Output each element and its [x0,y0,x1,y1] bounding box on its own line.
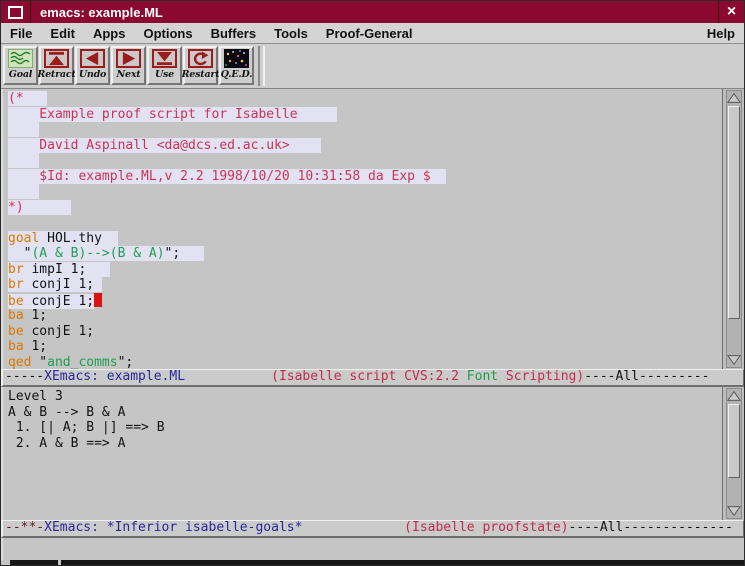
toolbar-button-label: Use [155,69,174,80]
mode-line-script[interactable]: -----XEmacs: example.ML (Isabelle script… [1,369,744,387]
menu-item-proof-general[interactable]: Proof-General [317,26,422,41]
toolbar-button-undo[interactable]: Undo [75,46,110,85]
code-line: ba 1; [8,339,722,355]
code-line: be conjE 1; [8,324,722,340]
toolbar-button-retract[interactable]: Retract [39,46,74,85]
close-icon: × [727,3,736,21]
code-line [8,184,722,200]
bottom-border [1,560,744,566]
code-line: qed "and_comms"; [8,355,722,370]
menu-item-tools[interactable]: Tools [265,26,317,41]
code-line [8,153,722,169]
code-line: $Id: example.ML,v 2.2 1998/10/20 10:31:5… [8,169,722,185]
next-icon [116,49,141,68]
code-line: be conjE 1; [8,293,722,309]
script-window: (* Example proof script for Isabelle Dav… [1,89,744,369]
toolbar-button-restart[interactable]: Restart [183,46,218,85]
toolbar: Goal Retract Undo Next Use RestartQ.E.D. [1,44,744,89]
code-line [8,122,722,138]
xemacs-window: emacs: example.ML × FileEditAppsOptionsB… [0,0,745,566]
menu-item-buffers[interactable]: Buffers [202,26,266,41]
qed-icon [224,49,249,68]
code-line: David Aspinall <da@dcs.ed.ac.uk> [8,138,722,154]
code-line: br impI 1; [8,262,722,278]
code-line: ba 1; [8,308,722,324]
menu-item-options[interactable]: Options [134,26,201,41]
scrollbar-thumb[interactable] [728,404,740,478]
code-line: "(A & B)-->(B & A)"; [8,246,722,262]
bottom-border-divider [58,560,61,566]
menu-bar: FileEditAppsOptionsBuffersToolsProof-Gen… [1,23,744,44]
goals-buffer[interactable]: Level 3A & B --> B & A 1. [| A; B |] ==>… [1,387,722,520]
mode-line-goals[interactable]: --**-XEmacs: *Inferior isabelle-goals* (… [1,520,744,538]
goals-line: Level 3 [8,389,722,405]
menu-items: FileEditAppsOptionsBuffersToolsProof-Gen… [1,26,421,41]
script-scrollbar[interactable] [722,89,744,369]
toolbar-button-label: Retract [37,69,75,80]
goals-scrollbar[interactable] [722,387,744,520]
goals-line: 1. [| A; B |] ==> B [8,420,722,436]
menu-item-file[interactable]: File [1,26,41,41]
toolbar-button-label: Q.E.D. [221,69,253,80]
undo-icon [80,49,105,68]
code-line: br conjI 1; [8,277,722,293]
toolbar-button-label: Next [117,69,141,80]
goal-icon [8,49,33,68]
toolbar-button-next[interactable]: Next [111,46,146,85]
scrollbar-trough[interactable] [726,90,742,368]
script-buffer[interactable]: (* Example proof script for Isabelle Dav… [1,89,722,369]
goals-line: 2. A & B ==> A [8,436,722,452]
scroll-up-icon[interactable] [727,91,741,105]
toolbar-separator [258,46,265,86]
text-cursor [94,293,102,307]
title-bar[interactable]: emacs: example.ML × [1,1,744,23]
code-line: (* [8,91,722,107]
window-title: emacs: example.ML [40,5,163,20]
scrollbar-thumb[interactable] [728,106,740,319]
minibuffer[interactable] [1,538,744,560]
toolbar-button-label: Goal [9,69,32,80]
scroll-up-icon[interactable] [727,389,741,403]
titlebar-separator [30,1,31,23]
menu-item-edit[interactable]: Edit [41,26,84,41]
menu-item-help[interactable]: Help [698,26,744,41]
scroll-down-icon[interactable] [727,504,741,518]
code-line: Example proof script for Isabelle [8,107,722,123]
toolbar-button-label: Undo [79,69,106,80]
scroll-down-icon[interactable] [727,353,741,367]
code-line: goal HOL.thy [8,231,722,247]
window-menu-icon[interactable] [8,6,23,19]
bottom-border-corner [1,560,10,566]
code-line: *) [8,200,722,216]
toolbar-button-label: Restart [182,69,220,80]
goals-line: A & B --> B & A [8,405,722,421]
toolbar-button-goal[interactable]: Goal [3,46,38,85]
toolbar-button-q-e-d[interactable]: Q.E.D. [219,46,254,85]
scrollbar-trough[interactable] [726,388,742,519]
goals-window: Level 3A & B --> B & A 1. [| A; B |] ==>… [1,387,744,520]
use-icon [152,49,177,68]
code-line [8,215,722,231]
close-button[interactable]: × [719,1,744,23]
menu-item-apps[interactable]: Apps [84,26,135,41]
restart-icon [188,49,213,68]
retract-icon [44,49,69,68]
toolbar-button-use[interactable]: Use [147,46,182,85]
